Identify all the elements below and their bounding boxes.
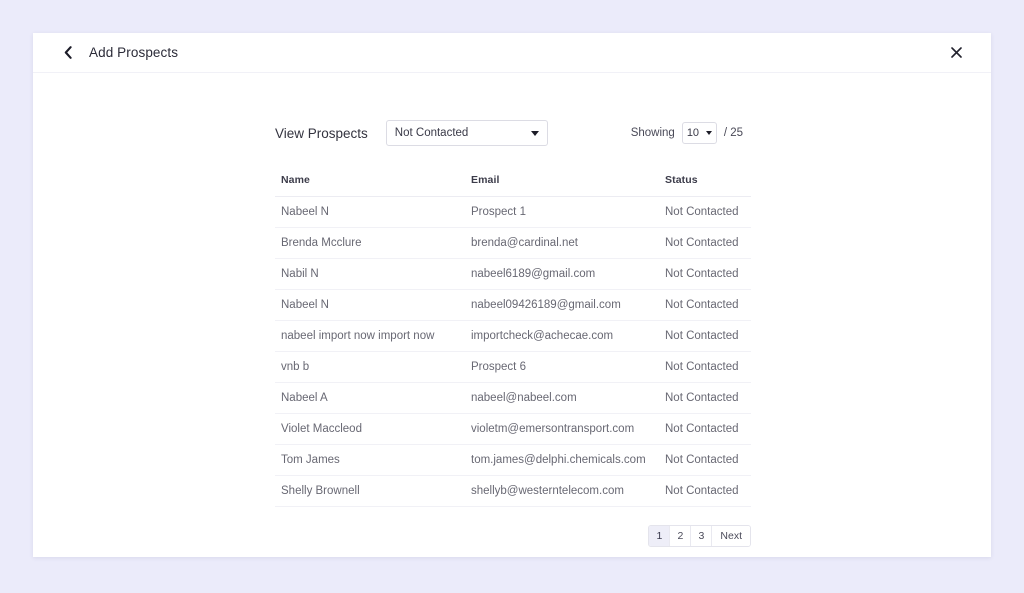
- cell-status: Not Contacted: [659, 413, 751, 445]
- cell-name: Nabil N: [275, 258, 465, 290]
- total-count-label: / 25: [723, 127, 743, 139]
- cell-email: tom.james@delphi.chemicals.com: [465, 444, 659, 476]
- table-row[interactable]: Nabeel N Prospect 1 Not Contacted: [275, 196, 751, 228]
- next-page-button[interactable]: Next: [712, 526, 750, 546]
- page-size-value: 10: [686, 127, 700, 139]
- chevron-down-icon: [530, 130, 539, 136]
- table-header-row: Name Email Status: [275, 174, 751, 197]
- column-header-status: Status: [659, 174, 751, 197]
- cell-name: Shelly Brownell: [275, 475, 465, 507]
- table-row[interactable]: Violet Maccleod violetm@emersontransport…: [275, 413, 751, 445]
- table-body: Nabeel N Prospect 1 Not Contacted Brenda…: [275, 196, 751, 507]
- chevron-left-icon: [64, 46, 72, 59]
- cell-status: Not Contacted: [659, 351, 751, 383]
- page-button-2[interactable]: 2: [670, 526, 692, 546]
- table-row[interactable]: vnb b Prospect 6 Not Contacted: [275, 351, 751, 383]
- table-row[interactable]: nabeel import now import now importcheck…: [275, 320, 751, 352]
- page-button-1[interactable]: 1: [649, 526, 671, 546]
- modal-body: View Prospects Not Contacted Showing 10 …: [33, 73, 991, 547]
- table-row[interactable]: Nabeel A nabeel@nabeel.com Not Contacted: [275, 382, 751, 414]
- status-filter-select[interactable]: Not Contacted: [385, 120, 548, 146]
- cell-name: Nabeel N: [275, 289, 465, 321]
- cell-status: Not Contacted: [659, 227, 751, 259]
- page-title: Add Prospects: [89, 45, 179, 60]
- cell-status: Not Contacted: [659, 382, 751, 414]
- prospects-panel: View Prospects Not Contacted Showing 10 …: [275, 73, 751, 547]
- pager-group: 1 2 3 Next: [648, 525, 751, 547]
- add-prospects-modal: Add Prospects View Prospects Not Contact…: [33, 33, 991, 557]
- cell-status: Not Contacted: [659, 444, 751, 476]
- close-icon: [950, 47, 962, 58]
- cell-email: Prospect 1: [465, 196, 659, 228]
- cell-status: Not Contacted: [659, 475, 751, 507]
- cell-email: importcheck@achecae.com: [465, 320, 659, 352]
- cell-name: Nabeel N: [275, 196, 465, 228]
- controls-row: View Prospects Not Contacted Showing 10 …: [275, 118, 751, 148]
- page-button-3[interactable]: 3: [691, 526, 713, 546]
- cell-name: vnb b: [275, 351, 465, 383]
- cell-email: brenda@cardinal.net: [465, 227, 659, 259]
- cell-name: nabeel import now import now: [275, 320, 465, 352]
- page-size-select[interactable]: 10: [681, 122, 717, 144]
- table-row[interactable]: Nabeel N nabeel09426189@gmail.com Not Co…: [275, 289, 751, 321]
- view-prospects-label: View Prospects: [275, 125, 368, 141]
- column-header-email: Email: [465, 174, 659, 197]
- prospects-table: Name Email Status Nabeel N Prospect 1 No…: [275, 174, 751, 507]
- cell-email: shellyb@westerntelecom.com: [465, 475, 659, 507]
- cell-status: Not Contacted: [659, 320, 751, 352]
- cell-name: Tom James: [275, 444, 465, 476]
- cell-status: Not Contacted: [659, 258, 751, 290]
- modal-titlebar: Add Prospects: [33, 33, 991, 73]
- status-filter-value: Not Contacted: [394, 127, 469, 139]
- cell-email: Prospect 6: [465, 351, 659, 383]
- cell-name: Brenda Mcclure: [275, 227, 465, 259]
- back-button[interactable]: [59, 43, 77, 63]
- close-button[interactable]: [947, 44, 965, 62]
- cell-email: violetm@emersontransport.com: [465, 413, 659, 445]
- table-row[interactable]: Nabil N nabeel6189@gmail.com Not Contact…: [275, 258, 751, 290]
- table-row[interactable]: Brenda Mcclure brenda@cardinal.net Not C…: [275, 227, 751, 259]
- showing-controls: Showing 10 / 25: [631, 122, 743, 144]
- table-header: Name Email Status: [275, 174, 751, 197]
- showing-label: Showing: [630, 127, 675, 139]
- pagination: 1 2 3 Next: [275, 525, 751, 547]
- cell-status: Not Contacted: [659, 289, 751, 321]
- chevron-down-icon: [705, 131, 712, 135]
- table-row[interactable]: Tom James tom.james@delphi.chemicals.com…: [275, 444, 751, 476]
- cell-status: Not Contacted: [659, 196, 751, 228]
- table-row[interactable]: Shelly Brownell shellyb@westerntelecom.c…: [275, 475, 751, 507]
- cell-name: Violet Maccleod: [275, 413, 465, 445]
- cell-email: nabeel6189@gmail.com: [465, 258, 659, 290]
- cell-name: Nabeel A: [275, 382, 465, 414]
- cell-email: nabeel09426189@gmail.com: [465, 289, 659, 321]
- cell-email: nabeel@nabeel.com: [465, 382, 659, 414]
- column-header-name: Name: [275, 174, 465, 197]
